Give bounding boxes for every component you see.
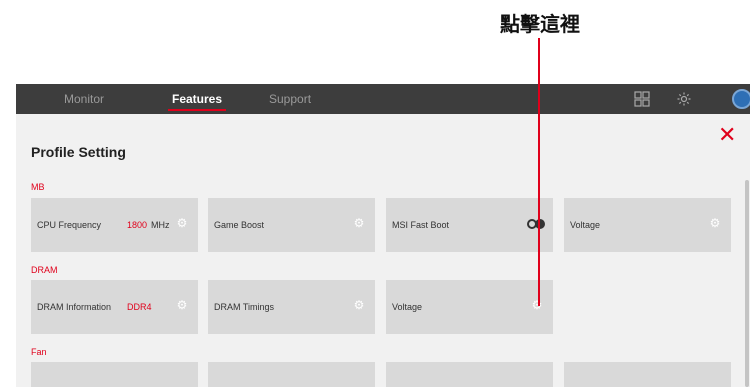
card-label: DRAM Timings — [214, 302, 275, 312]
callout-label: 點擊這裡 — [500, 12, 580, 36]
gear-icon[interactable] — [676, 91, 692, 107]
card-value: DDR4 — [127, 302, 152, 312]
card-label: MSI Fast Boot — [392, 220, 450, 230]
card-voltage-mb[interactable]: Voltage ⚙ — [564, 198, 731, 252]
scrollbar[interactable] — [745, 180, 749, 387]
page-title: Profile Setting — [31, 144, 126, 160]
toggle-knob — [535, 219, 545, 229]
card-voltage-dram[interactable]: Voltage ⚙ — [386, 280, 553, 334]
tab-features[interactable]: Features — [167, 92, 227, 111]
gear-icon[interactable]: ⚙ — [353, 299, 365, 311]
card-value: 1800 — [127, 220, 148, 230]
avatar-icon[interactable] — [732, 89, 750, 109]
tab-support[interactable]: Support — [269, 92, 311, 106]
callout-pointer-line — [538, 38, 540, 306]
fast-boot-toggle[interactable] — [527, 219, 545, 229]
tab-monitor[interactable]: Monitor — [64, 92, 104, 106]
card-label: Voltage — [392, 302, 423, 312]
gear-icon[interactable]: ⚙ — [709, 217, 721, 229]
gear-icon[interactable]: ⚙ — [176, 299, 188, 311]
card-label: DRAM Information — [37, 302, 112, 312]
card-fan-1[interactable] — [31, 362, 198, 387]
card-fan-3[interactable] — [386, 362, 553, 387]
card-label: CPU Frequency — [37, 220, 102, 230]
section-label-dram: DRAM — [31, 265, 58, 275]
top-nav-bar: Monitor Features Support — [16, 84, 750, 114]
card-msi-fast-boot[interactable]: MSI Fast Boot — [386, 198, 553, 252]
card-fan-4[interactable] — [564, 362, 731, 387]
grid-icon[interactable] — [634, 91, 650, 107]
card-dram-information[interactable]: DRAM Information DDR4 ⚙ — [31, 280, 198, 334]
section-label-mb: MB — [31, 182, 45, 192]
gear-icon[interactable]: ⚙ — [176, 217, 188, 229]
close-icon[interactable]: ✕ — [718, 125, 736, 147]
section-label-fan: Fan — [31, 347, 47, 357]
card-label: Voltage — [570, 220, 601, 230]
card-label: Game Boost — [214, 220, 265, 230]
card-cpu-frequency[interactable]: CPU Frequency 1800 MHz ⚙ — [31, 198, 198, 252]
gear-icon[interactable]: ⚙ — [353, 217, 365, 229]
card-dram-timings[interactable]: DRAM Timings ⚙ — [208, 280, 375, 334]
card-unit: MHz — [151, 220, 170, 230]
gear-icon[interactable]: ⚙ — [531, 299, 543, 311]
card-game-boost[interactable]: Game Boost ⚙ — [208, 198, 375, 252]
card-fan-2[interactable] — [208, 362, 375, 387]
